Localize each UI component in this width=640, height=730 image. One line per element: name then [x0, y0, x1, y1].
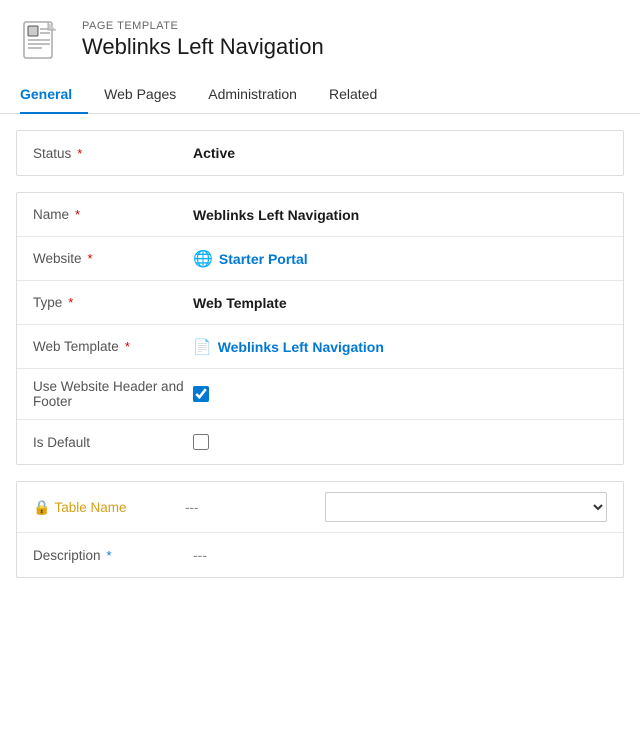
website-field-row: Website * 🌐 Starter Portal: [17, 237, 623, 281]
tab-related[interactable]: Related: [329, 76, 393, 114]
use-header-footer-value: [193, 386, 607, 402]
status-required-star: *: [77, 146, 82, 161]
header-title: Weblinks Left Navigation: [82, 34, 324, 60]
type-label: Type *: [33, 295, 193, 310]
table-name-label: 🔒 Table Name: [33, 499, 185, 516]
page-template-icon: [20, 16, 68, 64]
header-text-block: PAGE TEMPLATE Weblinks Left Navigation: [82, 20, 324, 60]
page-header: PAGE TEMPLATE Weblinks Left Navigation: [0, 0, 640, 76]
tab-bar: General Web Pages Administration Related: [0, 76, 640, 114]
is-default-value: [193, 434, 607, 450]
tab-general[interactable]: General: [20, 76, 88, 114]
tab-web-pages[interactable]: Web Pages: [104, 76, 192, 114]
website-label: Website *: [33, 251, 193, 266]
globe-icon: 🌐: [193, 249, 213, 269]
status-section: Status * Active: [16, 130, 624, 176]
table-name-row: 🔒 Table Name ---: [17, 482, 623, 533]
status-field-row: Status * Active: [17, 131, 623, 175]
web-template-link[interactable]: Weblinks Left Navigation: [218, 339, 384, 355]
description-field-row: Description * ---: [17, 533, 623, 577]
is-default-field-row: Is Default: [17, 420, 623, 464]
is-default-checkbox[interactable]: [193, 434, 209, 450]
use-header-footer-field-row: Use Website Header and Footer: [17, 369, 623, 420]
website-link[interactable]: Starter Portal: [219, 251, 308, 267]
web-template-value: 📄 Weblinks Left Navigation: [193, 338, 607, 356]
status-label: Status *: [33, 146, 193, 161]
web-template-required-star: *: [125, 339, 130, 354]
header-subtitle: PAGE TEMPLATE: [82, 20, 324, 32]
description-label: Description *: [33, 548, 193, 563]
web-template-field-row: Web Template * 📄 Weblinks Left Navigatio…: [17, 325, 623, 369]
description-value: ---: [193, 547, 607, 563]
main-section: Name * Weblinks Left Navigation Website …: [16, 192, 624, 465]
table-name-select[interactable]: [325, 492, 607, 522]
doc-icon: 📄: [193, 338, 212, 356]
name-field-row: Name * Weblinks Left Navigation: [17, 193, 623, 237]
name-value: Weblinks Left Navigation: [193, 207, 607, 223]
lock-icon: 🔒: [33, 499, 50, 516]
name-required-star: *: [75, 207, 80, 222]
use-header-footer-label: Use Website Header and Footer: [33, 379, 193, 409]
status-value: Active: [193, 145, 607, 161]
type-value: Web Template: [193, 295, 607, 311]
website-value: 🌐 Starter Portal: [193, 249, 607, 269]
is-default-label: Is Default: [33, 435, 193, 450]
table-name-dash: ---: [185, 500, 265, 515]
name-label: Name *: [33, 207, 193, 222]
type-field-row: Type * Web Template: [17, 281, 623, 325]
web-template-label: Web Template *: [33, 339, 193, 354]
type-required-star: *: [68, 295, 73, 310]
use-header-footer-checkbox[interactable]: [193, 386, 209, 402]
tab-administration[interactable]: Administration: [208, 76, 313, 114]
table-name-section: 🔒 Table Name --- Description * ---: [16, 481, 624, 578]
description-required-star: *: [107, 548, 112, 563]
website-required-star: *: [88, 251, 93, 266]
